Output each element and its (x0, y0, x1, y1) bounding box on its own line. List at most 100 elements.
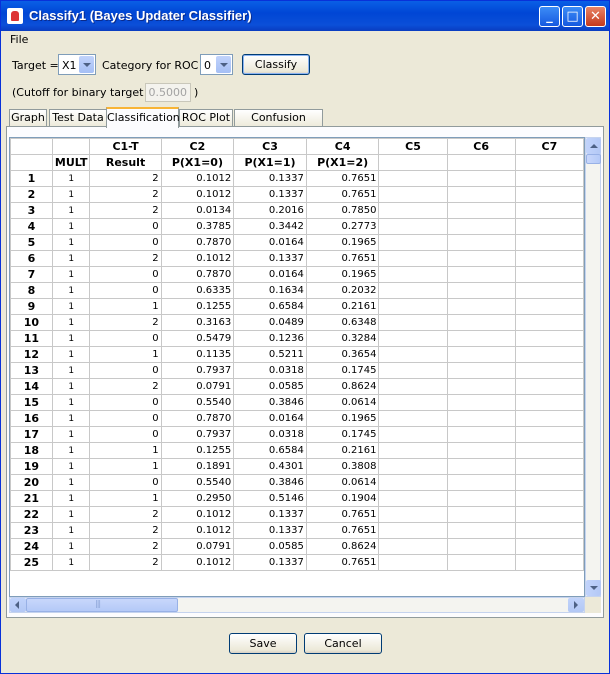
mult-cell[interactable]: 1 (51, 490, 91, 507)
empty-cell[interactable] (378, 346, 448, 363)
prob-x1-0-cell[interactable]: 0.3163 (160, 314, 235, 331)
mult-cell[interactable]: 1 (51, 250, 91, 267)
row-number[interactable]: 17 (10, 426, 53, 443)
prob-x1-1-cell[interactable]: 0.0585 (233, 538, 307, 555)
prob-x1-2-cell[interactable]: 0.8624 (305, 538, 380, 555)
empty-cell[interactable] (378, 234, 448, 251)
row-number[interactable]: 23 (10, 522, 53, 539)
tab-test-data[interactable]: Test Data (49, 109, 107, 127)
empty-cell[interactable] (514, 218, 584, 235)
row-number[interactable]: 15 (10, 394, 53, 411)
result-cell[interactable]: 2 (89, 554, 162, 571)
empty-cell[interactable] (378, 538, 448, 555)
prob-x1-2-cell[interactable]: 0.6348 (305, 314, 380, 331)
prob-x1-2-cell[interactable]: 0.1745 (305, 426, 380, 443)
prob-x1-1-cell[interactable]: 0.1337 (233, 186, 307, 203)
prob-x1-1-cell[interactable]: 0.1337 (233, 506, 307, 523)
empty-cell[interactable] (446, 538, 516, 555)
target-select[interactable]: X1 (58, 54, 96, 75)
scroll-right-icon[interactable] (568, 598, 584, 612)
column-name-header[interactable] (446, 154, 516, 171)
prob-x1-1-cell[interactable]: 0.0318 (233, 426, 307, 443)
scroll-left-icon[interactable] (10, 598, 26, 612)
empty-cell[interactable] (378, 378, 448, 395)
prob-x1-1-cell[interactable]: 0.0164 (233, 234, 307, 251)
prob-x1-0-cell[interactable]: 0.1891 (160, 458, 235, 475)
empty-cell[interactable] (378, 506, 448, 523)
column-id-header[interactable]: C4 (305, 138, 380, 155)
empty-cell[interactable] (514, 458, 584, 475)
prob-x1-2-cell[interactable]: 0.1745 (305, 362, 380, 379)
row-number[interactable]: 1 (10, 170, 53, 187)
mult-cell[interactable]: 1 (51, 170, 91, 187)
result-cell[interactable]: 2 (89, 186, 162, 203)
empty-cell[interactable] (514, 362, 584, 379)
prob-x1-0-cell[interactable]: 0.1012 (160, 170, 235, 187)
prob-x1-2-cell[interactable]: 0.7651 (305, 554, 380, 571)
result-cell[interactable]: 0 (89, 218, 162, 235)
mult-cell[interactable]: 1 (51, 538, 91, 555)
prob-x1-0-cell[interactable]: 0.1012 (160, 250, 235, 267)
result-cell[interactable]: 0 (89, 394, 162, 411)
mult-cell[interactable]: 1 (51, 554, 91, 571)
row-number[interactable]: 8 (10, 282, 53, 299)
empty-cell[interactable] (514, 474, 584, 491)
column-name-header[interactable]: Result (89, 154, 162, 171)
empty-cell[interactable] (446, 282, 516, 299)
column-id-header[interactable]: C2 (160, 138, 235, 155)
prob-x1-1-cell[interactable]: 0.4301 (233, 458, 307, 475)
prob-x1-0-cell[interactable]: 0.7870 (160, 234, 235, 251)
prob-x1-1-cell[interactable]: 0.0164 (233, 266, 307, 283)
empty-cell[interactable] (378, 458, 448, 475)
empty-cell[interactable] (446, 266, 516, 283)
result-cell[interactable]: 1 (89, 442, 162, 459)
horizontal-scroll-thumb[interactable] (26, 598, 178, 612)
prob-x1-2-cell[interactable]: 0.2161 (305, 298, 380, 315)
empty-cell[interactable] (446, 362, 516, 379)
prob-x1-2-cell[interactable]: 0.7651 (305, 522, 380, 539)
row-number[interactable]: 18 (10, 442, 53, 459)
row-number[interactable]: 21 (10, 490, 53, 507)
prob-x1-1-cell[interactable]: 0.0318 (233, 362, 307, 379)
prob-x1-1-cell[interactable]: 0.6584 (233, 298, 307, 315)
empty-cell[interactable] (378, 330, 448, 347)
prob-x1-2-cell[interactable]: 0.3654 (305, 346, 380, 363)
minimize-button[interactable]: _ (539, 6, 560, 27)
maximize-button[interactable]: □ (562, 6, 583, 27)
empty-cell[interactable] (446, 458, 516, 475)
row-number[interactable]: 6 (10, 250, 53, 267)
empty-cell[interactable] (514, 202, 584, 219)
mult-cell[interactable]: 1 (51, 506, 91, 523)
empty-cell[interactable] (378, 186, 448, 203)
prob-x1-1-cell[interactable]: 0.5146 (233, 490, 307, 507)
empty-cell[interactable] (446, 330, 516, 347)
empty-cell[interactable] (446, 410, 516, 427)
empty-cell[interactable] (446, 346, 516, 363)
prob-x1-0-cell[interactable]: 0.7937 (160, 362, 235, 379)
empty-cell[interactable] (378, 442, 448, 459)
empty-cell[interactable] (378, 282, 448, 299)
worksheet-grid[interactable]: C1-T C2 C3 C4 C5 C6 C7 MULT Result P(X1=0) P(X1=1)… (9, 137, 585, 597)
prob-x1-0-cell[interactable]: 0.7870 (160, 410, 235, 427)
roc-category-select[interactable]: 0 (200, 54, 233, 75)
empty-cell[interactable] (378, 474, 448, 491)
prob-x1-1-cell[interactable]: 0.0489 (233, 314, 307, 331)
row-number[interactable]: 4 (10, 218, 53, 235)
prob-x1-1-cell[interactable]: 0.1337 (233, 522, 307, 539)
empty-cell[interactable] (514, 298, 584, 315)
result-cell[interactable]: 0 (89, 266, 162, 283)
chevron-down-icon[interactable] (216, 56, 231, 73)
result-cell[interactable]: 1 (89, 458, 162, 475)
column-id-header[interactable]: C7 (514, 138, 584, 155)
empty-cell[interactable] (446, 314, 516, 331)
prob-x1-2-cell[interactable]: 0.0614 (305, 474, 380, 491)
empty-cell[interactable] (446, 554, 516, 571)
prob-x1-2-cell[interactable]: 0.1965 (305, 266, 380, 283)
scroll-down-icon[interactable] (586, 580, 601, 596)
close-button[interactable]: ✕ (585, 6, 606, 27)
tab-roc-plot[interactable]: ROC Plot (179, 109, 233, 127)
empty-cell[interactable] (378, 170, 448, 187)
prob-x1-1-cell[interactable]: 0.0164 (233, 410, 307, 427)
prob-x1-0-cell[interactable]: 0.2950 (160, 490, 235, 507)
prob-x1-0-cell[interactable]: 0.5540 (160, 474, 235, 491)
